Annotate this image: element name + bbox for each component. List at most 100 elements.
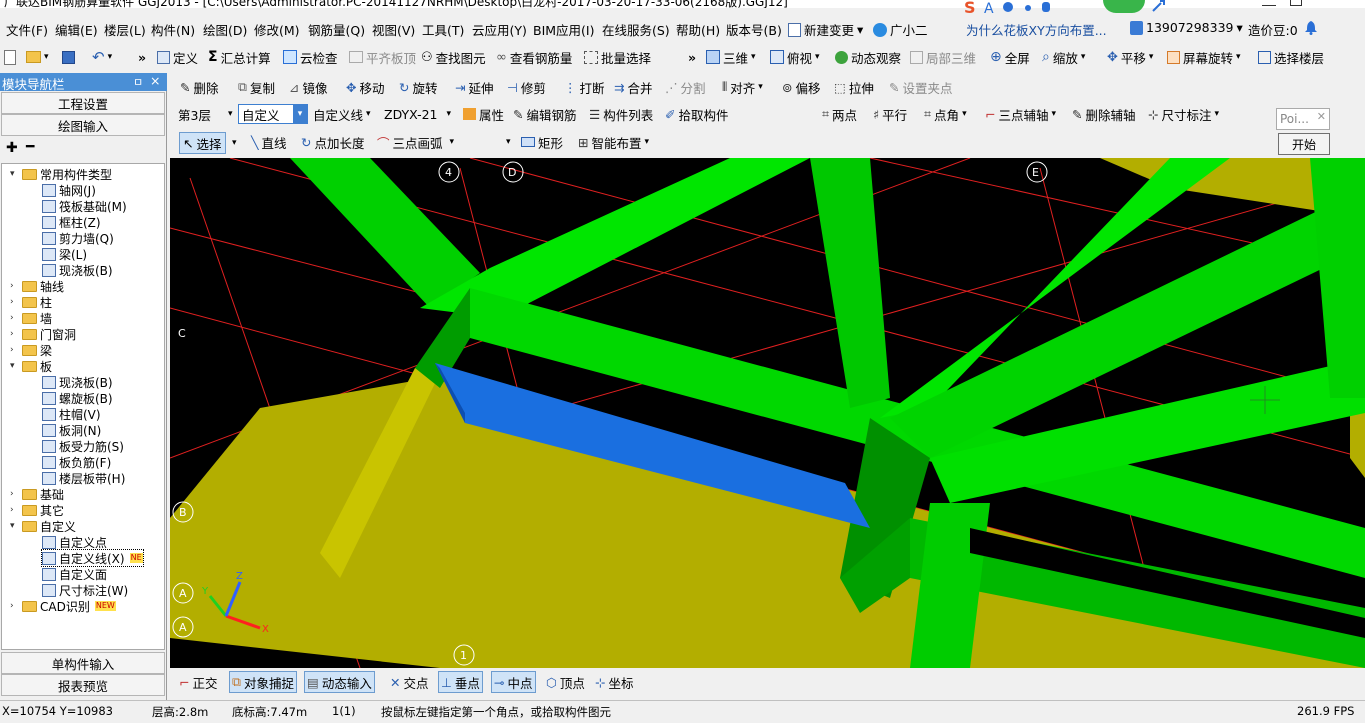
ortho-toggle[interactable]: ⌐ 正交 — [179, 671, 218, 693]
view-rebar-button[interactable]: ∞ 查看钢筋量 — [496, 46, 572, 68]
component-list-button[interactable]: ☰ 构件列表 — [589, 103, 653, 125]
fullscreen-button[interactable]: ⊕ 全屏 — [990, 46, 1030, 68]
tree-item[interactable]: 现浇板(B) — [42, 262, 113, 278]
trim-button[interactable]: ⊣ 修剪 — [507, 76, 546, 98]
edit-rebar-button[interactable]: ✎ 编辑钢筋 — [513, 103, 577, 125]
subtype-select[interactable]: 自定义线 ▾ — [313, 103, 371, 125]
dimension-button[interactable]: ⊹ 尺寸标注 ▾ — [1148, 103, 1219, 125]
expand-arrow-icon[interactable]: › — [10, 329, 19, 339]
copy-button[interactable]: ⧉ 复制 — [238, 76, 275, 98]
sogou-ime-toolbar[interactable]: S A — [960, 0, 1070, 17]
tree-folder[interactable]: › 墙 — [10, 310, 52, 326]
menu-online[interactable]: 在线服务(S) — [602, 20, 670, 39]
smart-place-button[interactable]: ⊞ 智能布置 ▾ — [578, 131, 649, 153]
pin-icon[interactable]: ㅁ — [133, 74, 143, 90]
top-view-button[interactable]: 俯视 ▾ — [770, 46, 820, 68]
expand-arrow-icon[interactable]: › — [10, 505, 19, 515]
menu-file[interactable]: 文件(F) — [6, 20, 48, 39]
tree-item[interactable]: 柱帽(V) — [42, 406, 101, 422]
define-button[interactable]: 定义 — [157, 46, 198, 68]
tree-folder[interactable]: › 柱 — [10, 294, 52, 310]
select-floor-button[interactable]: 选择楼层 — [1258, 46, 1324, 68]
extend-button[interactable]: ⇥ 延伸 — [455, 76, 494, 98]
floor-select[interactable]: 第3层 ▾ — [178, 103, 232, 125]
toolbar-overflow-1[interactable]: » — [138, 46, 146, 68]
menu-modify[interactable]: 修改(M) — [254, 20, 300, 39]
view-3d-button[interactable]: 三维 ▾ — [706, 46, 756, 68]
expand-arrow-icon[interactable]: › — [10, 297, 19, 307]
model-canvas[interactable]: 4 D E B A A 1 C X Y Z — [170, 158, 1365, 668]
project-settings-button[interactable]: 工程设置 — [1, 92, 165, 114]
restore-icon[interactable] — [1290, 0, 1302, 6]
clear-icon[interactable]: ✕ — [1317, 110, 1326, 123]
split-button[interactable]: ⋰ 分割 — [665, 76, 706, 98]
expand-all-icon[interactable]: ✚ — [6, 140, 18, 156]
tree-item[interactable]: 板负筋(F) — [42, 454, 111, 470]
batch-select-button[interactable]: 批量选择 — [584, 46, 651, 68]
menu-help[interactable]: 帮助(H) — [676, 20, 720, 39]
assistant-avatar-icon[interactable] — [1103, 0, 1145, 13]
local-3d-button[interactable]: 局部三维 — [910, 46, 976, 68]
select-tool-dropdown[interactable]: ▾ — [232, 132, 237, 154]
line-tool-button[interactable]: ╲ 直线 — [251, 131, 287, 153]
move-button[interactable]: ✥ 移动 — [346, 76, 385, 98]
expand-arrow-icon[interactable]: › — [10, 489, 19, 499]
collapse-arrow-icon[interactable]: ▾ — [10, 169, 19, 179]
dynamic-view-button[interactable]: 动态观察 — [835, 46, 901, 68]
tree-folder[interactable]: › 门窗洞 — [10, 326, 76, 342]
dynamic-input-toggle[interactable]: ▤ 动态输入 — [304, 671, 375, 693]
vertex-snap[interactable]: ⬡ 顶点 — [546, 671, 585, 693]
new-change-button[interactable]: 新建变更 ▾ — [788, 20, 863, 39]
drawing-input-button[interactable]: 绘图输入 — [1, 114, 165, 136]
arc-options-dropdown[interactable]: ▾ — [506, 131, 511, 153]
3d-viewport[interactable]: 4 D E B A A 1 C X Y Z — [170, 158, 1365, 668]
coordinate-snap[interactable]: ⊹ 坐标 — [595, 671, 634, 693]
rectangle-tool-button[interactable]: 矩形 — [521, 131, 563, 153]
two-points-button[interactable]: ⌗ 两点 — [822, 103, 857, 125]
collapse-all-icon[interactable]: ━ — [26, 139, 34, 155]
menu-rebar-qty[interactable]: 钢筋量(Q) — [308, 20, 365, 39]
menu-bim[interactable]: BIM应用(I) — [533, 20, 595, 39]
new-file-button[interactable] — [4, 46, 16, 68]
cloud-check-button[interactable]: 云检查 — [283, 46, 338, 68]
delete-button[interactable]: ✎ 删除 — [180, 76, 219, 98]
stretch-button[interactable]: ⬚ 拉伸 — [834, 76, 874, 98]
report-preview-button[interactable]: 报表预览 — [1, 674, 165, 696]
flush-slab-button[interactable]: 平齐板顶 — [349, 46, 416, 68]
minimize-icon[interactable] — [1262, 0, 1276, 6]
point-input-box[interactable]: Poi... ✕ — [1276, 108, 1330, 130]
tree-item[interactable]: 自定义线(X) NE — [41, 549, 144, 567]
offset-button[interactable]: ⊚ 偏移 — [782, 76, 821, 98]
pick-component-button[interactable]: ✐ 拾取构件 — [665, 103, 729, 125]
menu-version[interactable]: 版本号(B) — [726, 20, 782, 39]
toolbar-overflow-2[interactable]: » — [688, 46, 696, 68]
find-element-button[interactable]: ⚇ 查找图元 — [421, 46, 486, 68]
point-length-button[interactable]: ↻ 点加长度 — [301, 131, 365, 153]
tree-item[interactable]: 楼层板带(H) — [42, 470, 125, 486]
rotate-button[interactable]: ↻ 旋转 — [399, 76, 438, 98]
point-angle-button[interactable]: ⌗ 点角 ▾ — [924, 103, 967, 125]
tree-item[interactable]: 现浇板(B) — [42, 374, 113, 390]
element-select[interactable]: ZDYX-21 ▾ — [384, 103, 451, 125]
menu-component[interactable]: 构件(N) — [151, 20, 195, 39]
beam-diag-left[interactable] — [290, 158, 480, 308]
tree-item[interactable]: 尺寸标注(W) — [42, 582, 128, 598]
tree-folder[interactable]: › 轴线 — [10, 278, 64, 294]
open-file-button[interactable]: ▾ — [26, 46, 49, 68]
perpendicular-snap[interactable]: ⊥ 垂点 — [438, 671, 483, 693]
merge-button[interactable]: ⇉ 合并 — [614, 76, 653, 98]
user-account[interactable]: 13907298339 ▾ — [1130, 20, 1243, 35]
intersection-snap[interactable]: ✕ 交点 — [390, 671, 429, 693]
align-button[interactable]: ⫴ 对齐 ▾ — [722, 76, 763, 98]
tree-item[interactable]: 板洞(N) — [42, 422, 101, 438]
tree-folder[interactable]: ▾ 常用构件类型 — [10, 166, 112, 182]
three-point-axis-button[interactable]: ⌐ 三点辅轴 ▾ — [985, 103, 1056, 125]
pan-button[interactable]: ✥ 平移 ▾ — [1107, 46, 1153, 68]
save-button[interactable] — [62, 46, 75, 68]
three-point-arc-button[interactable]: ⌒ 三点画弧 ▾ — [377, 131, 454, 153]
tree-item[interactable]: 剪力墙(Q) — [42, 230, 114, 246]
expand-arrow-icon[interactable]: › — [10, 281, 19, 291]
start-button[interactable]: 开始 — [1278, 133, 1330, 155]
beam-right-vertical[interactable] — [1310, 158, 1365, 398]
type-select[interactable]: 自定义 ▾ — [238, 104, 308, 124]
